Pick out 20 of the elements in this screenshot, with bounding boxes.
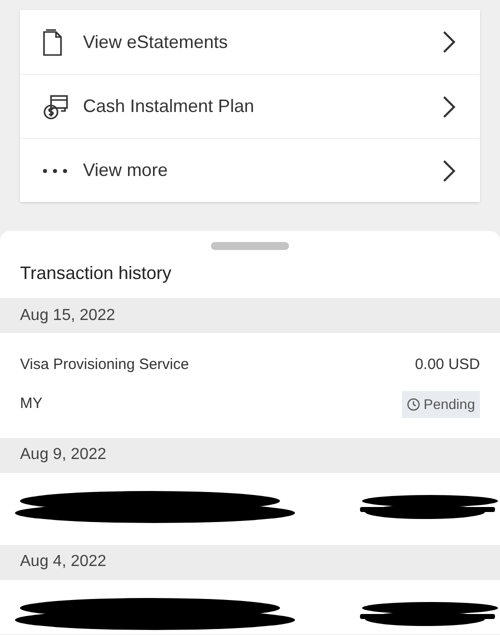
merchant-name: Visa Provisioning Service bbox=[20, 355, 189, 375]
chevron-right-icon bbox=[442, 158, 456, 182]
chevron-right-icon bbox=[442, 30, 456, 54]
drag-handle[interactable] bbox=[211, 242, 289, 250]
date-header: Aug 15, 2022 bbox=[20, 306, 116, 326]
status-badge: Pending bbox=[402, 390, 480, 418]
menu-item[interactable]: View more bbox=[20, 138, 480, 202]
country: MY bbox=[20, 394, 42, 414]
coin-card-icon bbox=[42, 92, 70, 120]
transaction-row[interactable]: Visa Provisioning Service 0.00 USD MY Pending bbox=[0, 333, 500, 438]
menu-item[interactable]: Cash Instalment Plan bbox=[20, 74, 480, 138]
clock-icon bbox=[406, 398, 420, 410]
document-icon bbox=[42, 28, 64, 56]
amount: 0.00 USD bbox=[414, 355, 480, 375]
menu-item[interactable]: View eStatements bbox=[20, 10, 480, 74]
more-icon bbox=[42, 168, 68, 174]
chevron-right-icon bbox=[442, 94, 456, 118]
date-header: Aug 9, 2022 bbox=[20, 445, 106, 465]
date-header: Aug 4, 2022 bbox=[20, 552, 106, 572]
section-title: Transaction history bbox=[19, 262, 172, 285]
